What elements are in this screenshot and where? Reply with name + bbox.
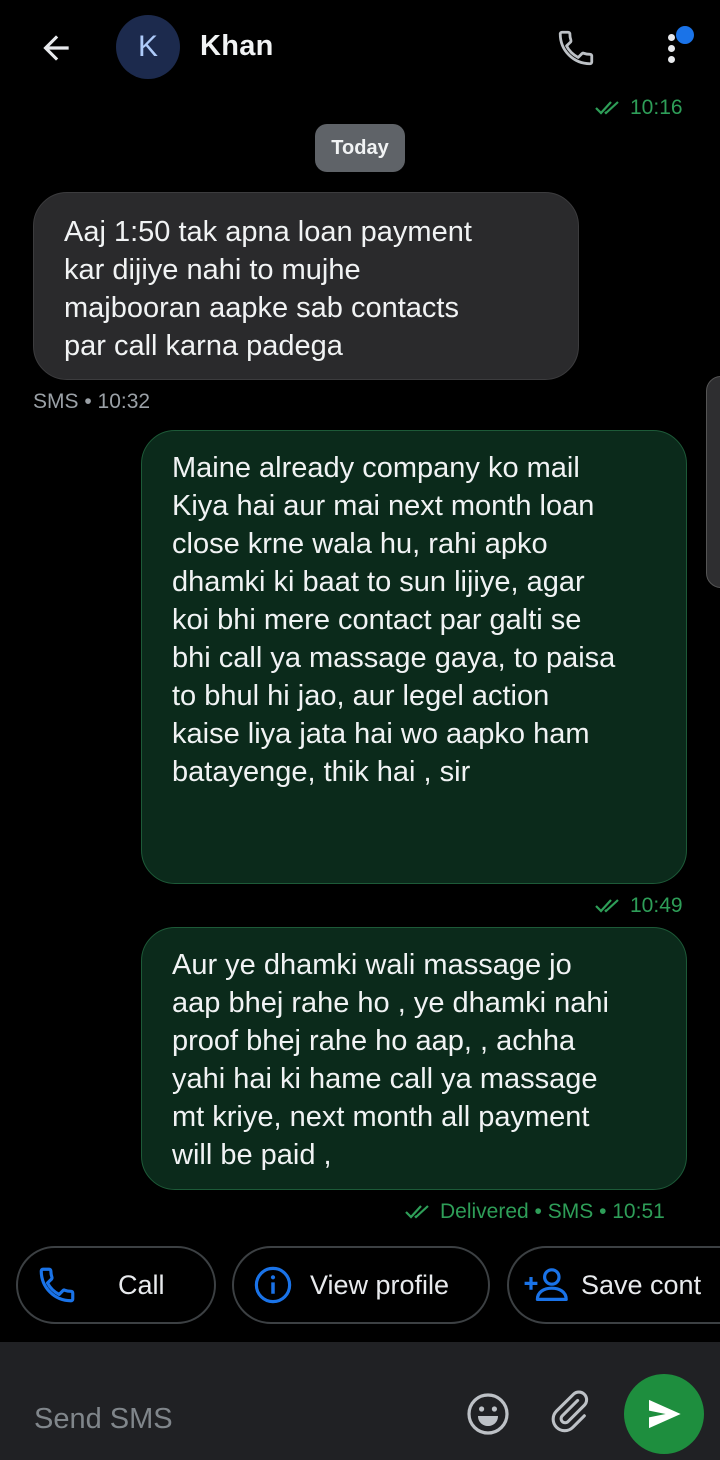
message-time: SMS • 10:32	[33, 390, 151, 413]
message-bubble-outgoing[interactable]: Maine already company ko mail Kiya hai a…	[141, 430, 687, 884]
message-meta: Delivered • SMS • 10:51	[404, 1200, 665, 1224]
message-bubble-incoming[interactable]: Aaj 1:50 tak apna loan payment kar dijiy…	[33, 192, 579, 380]
more-options-button[interactable]	[652, 22, 696, 74]
message-meta: 10:16	[594, 96, 683, 120]
menu-dot-icon	[668, 34, 675, 41]
info-icon	[252, 1264, 294, 1306]
view-profile-chip[interactable]: View profile	[232, 1246, 490, 1324]
attach-button[interactable]	[546, 1386, 594, 1438]
emoji-button[interactable]	[464, 1390, 512, 1438]
save-contact-chip-label: Save cont	[581, 1269, 702, 1300]
message-status: Delivered • SMS • 10:51	[440, 1200, 665, 1223]
conversation-screen: K Khan 10:16 Today Aaj 1:50 tak apna loa…	[0, 0, 720, 1460]
send-button[interactable]	[624, 1374, 704, 1454]
message-time: 10:49	[630, 894, 683, 917]
message-time: 10:16	[630, 96, 683, 119]
phone-icon	[36, 1264, 78, 1306]
view-profile-chip-label: View profile	[310, 1269, 450, 1300]
message-bubble-outgoing[interactable]: Aur ye dhamki wali massage jo aap bhej r…	[141, 927, 687, 1190]
back-button[interactable]	[30, 22, 82, 74]
date-divider: Today	[315, 124, 405, 172]
contact-avatar[interactable]: K	[116, 15, 180, 79]
send-icon	[649, 1399, 681, 1429]
app-header: K Khan	[0, 0, 720, 96]
message-meta: SMS • 10:32	[33, 390, 150, 414]
call-button[interactable]	[550, 22, 602, 74]
contact-name[interactable]: Khan	[200, 30, 274, 63]
call-chip[interactable]: Call	[16, 1246, 216, 1324]
person-add-icon	[523, 1265, 571, 1305]
notification-dot	[676, 26, 694, 44]
double-check-icon	[595, 101, 619, 115]
message-meta: 10:49	[594, 894, 683, 918]
scroll-handle[interactable]	[706, 376, 720, 588]
phone-icon	[558, 30, 594, 66]
emoji-icon	[467, 1393, 509, 1435]
sms-input[interactable]	[32, 1396, 436, 1442]
double-check-icon	[405, 1205, 429, 1219]
double-check-icon	[595, 899, 619, 913]
call-chip-label: Call	[118, 1269, 165, 1300]
arrow-back-icon	[43, 35, 69, 61]
paperclip-icon	[551, 1390, 589, 1433]
save-contact-chip[interactable]: Save cont	[507, 1246, 720, 1324]
menu-dot-icon	[668, 56, 675, 63]
menu-dot-icon	[668, 45, 675, 52]
